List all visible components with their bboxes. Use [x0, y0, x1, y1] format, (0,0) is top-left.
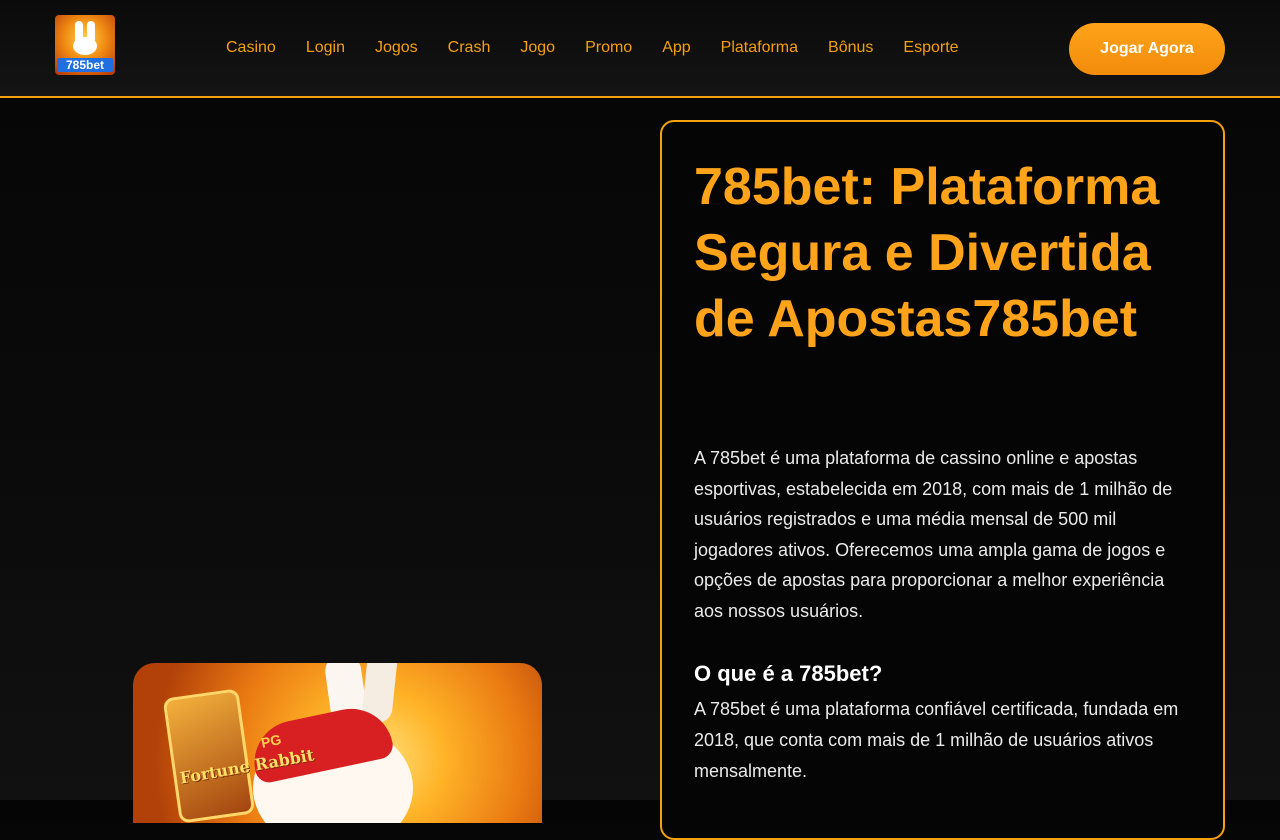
nav-crash[interactable]: Crash [448, 38, 491, 58]
site-header: 785bet Casino Login Jogos Crash Jogo Pro… [0, 0, 1280, 98]
logo-bunny-icon [73, 37, 97, 55]
nav-esporte[interactable]: Esporte [903, 38, 958, 58]
intro-panel: 785bet: Plataforma Segura e Divertida de… [660, 120, 1225, 840]
game-tile-icon [162, 688, 256, 823]
nav-casino[interactable]: Casino [226, 38, 276, 58]
logo-text: 785bet [57, 58, 113, 72]
nav-promo[interactable]: Promo [585, 38, 632, 58]
nav-jogo[interactable]: Jogo [520, 38, 555, 58]
nav-login[interactable]: Login [306, 38, 345, 58]
nav-jogos[interactable]: Jogos [375, 38, 418, 58]
section-heading: O que é a 785bet? [694, 661, 883, 686]
site-logo[interactable]: 785bet [55, 15, 115, 75]
nav-bonus[interactable]: Bônus [828, 38, 873, 58]
main-nav: Casino Login Jogos Crash Jogo Promo App … [226, 38, 989, 58]
page-title: 785bet: Plataforma Segura e Divertida de… [694, 158, 1160, 348]
intro-paragraph: A 785bet é uma plataforma de cassino onl… [694, 448, 1173, 621]
nav-plataforma[interactable]: Plataforma [721, 38, 798, 58]
fortune-rabbit-game-image[interactable]: PG Fortune Rabbit [133, 663, 542, 823]
play-now-button[interactable]: Jogar Agora [1069, 23, 1225, 75]
section-paragraph: A 785bet é uma plataforma confiável cert… [694, 699, 1179, 781]
nav-app[interactable]: App [662, 38, 690, 58]
